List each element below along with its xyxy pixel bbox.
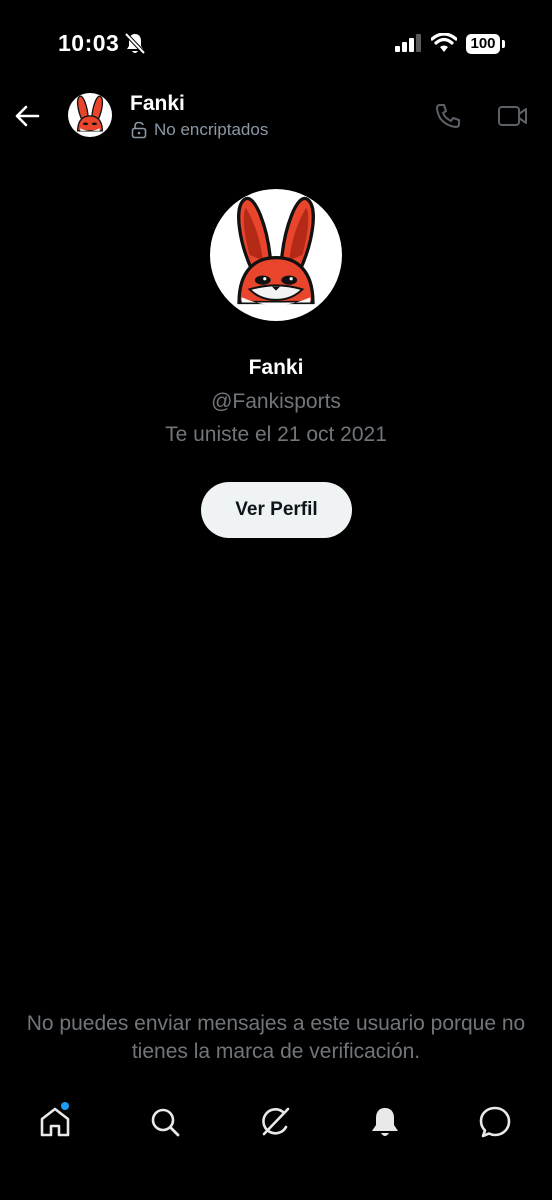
conversation-header: Fanki No encriptados <box>0 86 552 146</box>
message-bubble-icon <box>479 1106 511 1138</box>
grok-icon <box>262 1107 290 1136</box>
nav-home-button[interactable] <box>35 1102 75 1142</box>
encryption-status: No encriptados <box>154 120 269 139</box>
unlocked-padlock-icon <box>131 121 147 144</box>
back-arrow-icon[interactable] <box>14 103 40 134</box>
home-icon <box>40 1107 70 1137</box>
battery-indicator: 100 <box>466 34 500 54</box>
cannot-message-notice: No puedes enviar mensajes a este usuario… <box>26 1012 526 1063</box>
video-call-icon[interactable] <box>497 104 529 133</box>
phone-call-icon[interactable] <box>434 102 462 135</box>
status-bar: 10:03 100 <box>0 0 552 90</box>
nav-messages-button[interactable] <box>475 1102 515 1142</box>
search-icon <box>151 1108 180 1137</box>
cellular-signal-icon <box>395 34 423 57</box>
bottom-navigation-bar <box>0 1088 552 1158</box>
contact-avatar[interactable] <box>68 93 112 137</box>
profile-name: Fanki <box>248 356 304 379</box>
status-time: 10:03 <box>58 30 120 56</box>
nav-grok-button[interactable] <box>255 1102 295 1142</box>
bell-slash-icon <box>124 32 146 61</box>
home-unread-badge <box>61 1102 69 1110</box>
profile-avatar[interactable] <box>210 189 342 321</box>
battery-tip <box>502 40 505 48</box>
bell-icon <box>372 1108 398 1136</box>
nav-search-button[interactable] <box>145 1102 185 1142</box>
contact-name[interactable]: Fanki <box>130 92 185 116</box>
nav-notifications-button[interactable] <box>365 1102 405 1142</box>
wifi-icon <box>430 32 458 58</box>
profile-join-date: Te uniste el 21 oct 2021 <box>165 423 387 446</box>
view-profile-button[interactable]: Ver Perfil <box>201 482 352 538</box>
dm-conversation-screen: 10:03 100 Fanki No encriptados Fanki @Fa… <box>0 0 552 1200</box>
profile-handle: @Fankisports <box>211 390 341 413</box>
